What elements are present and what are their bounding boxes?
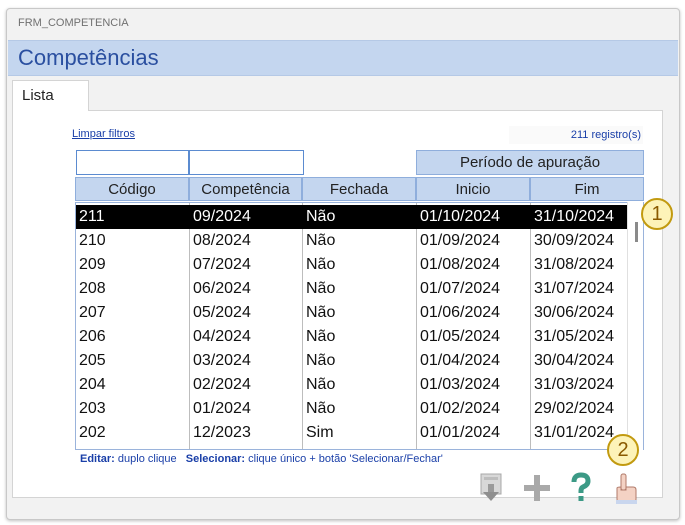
- cell-fechada: Não: [306, 232, 336, 249]
- table-row[interactable]: 206 04/2024 Não 01/05/2024 31/05/2024: [76, 325, 629, 349]
- clear-filters-link[interactable]: Limpar filtros: [72, 128, 135, 140]
- column-header-codigo[interactable]: Código: [75, 177, 189, 201]
- cell-competencia: 01/2024: [193, 400, 251, 417]
- cell-inicio: 01/05/2024: [420, 328, 501, 345]
- table-row[interactable]: 207 05/2024 Não 01/06/2024 30/06/2024: [76, 301, 629, 325]
- cell-inicio: 01/04/2024: [420, 352, 501, 369]
- cell-fim: 30/09/2024: [534, 232, 615, 249]
- cell-competencia: 08/2024: [193, 232, 251, 249]
- table-row[interactable]: 209 07/2024 Não 01/08/2024 31/08/2024: [76, 253, 629, 277]
- column-header-competencia[interactable]: Competência: [189, 177, 302, 201]
- cell-inicio: 01/07/2024: [420, 280, 501, 297]
- cell-codigo: 209: [79, 256, 106, 273]
- column-header-inicio[interactable]: Inicio: [416, 177, 530, 201]
- tab-lista[interactable]: Lista: [12, 80, 89, 111]
- table-row[interactable]: 203 01/2024 Não 01/02/2024 29/02/2024: [76, 397, 629, 421]
- cell-inicio: 01/06/2024: [420, 304, 501, 321]
- cell-inicio: 01/03/2024: [420, 376, 501, 393]
- table-row[interactable]: 210 08/2024 Não 01/09/2024 30/09/2024: [76, 229, 629, 253]
- cell-competencia: 05/2024: [193, 304, 251, 321]
- cell-inicio: 01/10/2024: [420, 208, 501, 225]
- cell-inicio: 01/08/2024: [420, 256, 501, 273]
- cell-competencia: 02/2024: [193, 376, 251, 393]
- record-count: 211 registro(s): [509, 126, 643, 144]
- cell-fechada: Não: [306, 208, 336, 225]
- hint-select-label: Selecionar:: [185, 453, 246, 465]
- cell-competencia: 04/2024: [193, 328, 251, 345]
- cell-fim: 31/03/2024: [534, 376, 615, 393]
- table-row[interactable]: 202 12/2023 Sim 01/01/2024 31/01/2024: [76, 421, 629, 445]
- hint-select-text: clique único + botão 'Selecionar/Fechar': [248, 453, 443, 465]
- cell-inicio: 01/09/2024: [420, 232, 501, 249]
- column-header-fechada[interactable]: Fechada: [302, 177, 416, 201]
- hint-edit-label: Editar:: [80, 453, 115, 465]
- cell-codigo: 206: [79, 328, 106, 345]
- cell-competencia: 06/2024: [193, 280, 251, 297]
- plus-icon[interactable]: [519, 470, 555, 506]
- download-box-icon[interactable]: [475, 470, 511, 506]
- cell-fim: 31/05/2024: [534, 328, 615, 345]
- cell-fim: 29/02/2024: [534, 400, 615, 417]
- cell-fechada: Não: [306, 400, 336, 417]
- cell-fim: 31/01/2024: [534, 424, 615, 441]
- cell-codigo: 204: [79, 376, 106, 393]
- cell-fechada: Não: [306, 328, 336, 345]
- cell-fim: 31/10/2024: [534, 208, 615, 225]
- usage-hint: Editar: duplo clique Selecionar: clique …: [80, 453, 443, 465]
- cell-inicio: 01/01/2024: [420, 424, 501, 441]
- table-row[interactable]: 211 09/2024 Não 01/10/2024 31/10/2024: [76, 205, 629, 229]
- question-mark-icon[interactable]: [563, 470, 599, 506]
- cell-fim: 30/06/2024: [534, 304, 615, 321]
- hint-edit-text: duplo clique: [117, 453, 177, 465]
- codigo-filter-input[interactable]: [76, 150, 189, 175]
- window-title: FRM_COMPETENCIA: [18, 17, 129, 29]
- cell-fechada: Sim: [306, 424, 334, 441]
- periodo-group-header: Período de apuração: [416, 150, 644, 175]
- cell-codigo: 203: [79, 400, 106, 417]
- cell-codigo: 207: [79, 304, 106, 321]
- cell-fechada: Não: [306, 280, 336, 297]
- table-row[interactable]: 208 06/2024 Não 01/07/2024 31/07/2024: [76, 277, 629, 301]
- cell-fim: 31/08/2024: [534, 256, 615, 273]
- table-row[interactable]: 204 02/2024 Não 01/03/2024 31/03/2024: [76, 373, 629, 397]
- cell-codigo: 202: [79, 424, 106, 441]
- cell-codigo: 211: [79, 208, 105, 225]
- hand-pointer-icon[interactable]: [607, 470, 643, 506]
- cell-codigo: 205: [79, 352, 106, 369]
- cell-competencia: 03/2024: [193, 352, 251, 369]
- table-row[interactable]: 205 03/2024 Não 01/04/2024 30/04/2024: [76, 349, 629, 373]
- grid-scrollbar[interactable]: [627, 202, 643, 450]
- cell-fim: 30/04/2024: [534, 352, 615, 369]
- cell-fechada: Não: [306, 256, 336, 273]
- cell-codigo: 210: [79, 232, 106, 249]
- cell-fechada: Não: [306, 304, 336, 321]
- annotation-badge-2: 2: [607, 434, 639, 466]
- cell-competencia: 12/2023: [193, 424, 251, 441]
- page-title: Competências: [18, 45, 159, 70]
- cell-fim: 31/07/2024: [534, 280, 615, 297]
- cell-inicio: 01/02/2024: [420, 400, 501, 417]
- column-header-fim[interactable]: Fim: [530, 177, 644, 201]
- competencia-filter-input[interactable]: [189, 150, 304, 175]
- annotation-badge-1: 1: [641, 198, 673, 230]
- scrollbar-thumb[interactable]: [635, 222, 638, 242]
- cell-fechada: Não: [306, 352, 336, 369]
- cell-fechada: Não: [306, 376, 336, 393]
- cell-competencia: 09/2024: [193, 208, 251, 225]
- cell-competencia: 07/2024: [193, 256, 251, 273]
- data-grid[interactable]: 211 09/2024 Não 01/10/2024 31/10/2024 21…: [75, 202, 644, 450]
- cell-codigo: 208: [79, 280, 106, 297]
- header-band: Competências: [8, 40, 678, 76]
